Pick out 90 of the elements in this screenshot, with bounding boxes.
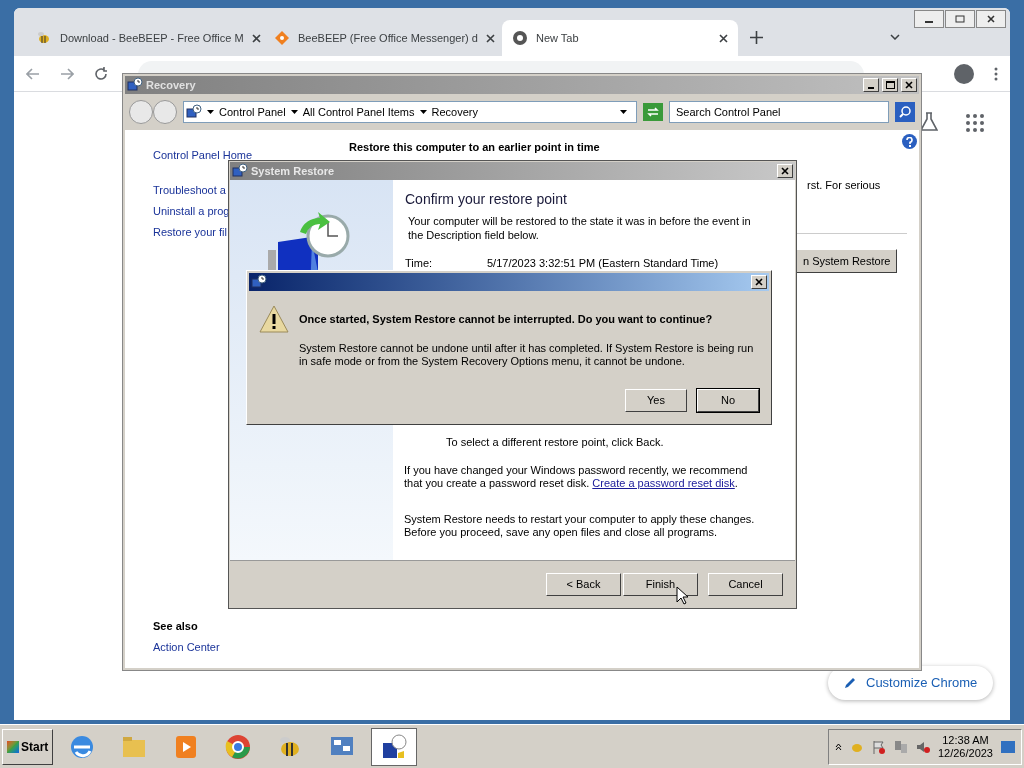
menu-icon[interactable] (994, 67, 998, 81)
close-icon (755, 278, 763, 286)
tab-title: New Tab (536, 30, 580, 46)
nav-link[interactable]: Action Center (153, 639, 220, 656)
recovery-icon (127, 77, 143, 93)
new-tab-icon[interactable] (750, 31, 763, 44)
flag-icon[interactable] (871, 739, 886, 754)
system-restore-icon (232, 163, 248, 179)
minimize-icon (925, 21, 933, 23)
tab-title: Download - BeeBEEP - Free Office M (60, 30, 244, 46)
refresh-icon (647, 107, 659, 117)
chrome-icon (224, 732, 253, 761)
close-icon[interactable] (719, 33, 728, 43)
apps-grid-icon[interactable] (966, 114, 984, 132)
close-button[interactable] (976, 10, 1006, 28)
pencil-icon (844, 677, 856, 689)
minimize-icon (868, 87, 874, 89)
dialog-button[interactable]: < Back (546, 572, 621, 596)
refresh-button[interactable] (643, 103, 663, 121)
password-text: If you have changed your Windows password recently, we recommend that you create a password reset disk. Create a password reset disk. (404, 464, 749, 490)
warning-text: System Restore cannot be undone until after it has completed. If System Restore is being run in safe mode or from the System Recovery Options menu, it cannot be undone. (299, 341, 755, 368)
back-icon[interactable] (26, 68, 40, 80)
dialog-button[interactable]: Yes (625, 389, 687, 412)
main-text: rst. For serious (807, 178, 881, 193)
mouse-cursor-icon (676, 586, 688, 605)
windows-logo-icon (7, 740, 19, 753)
dialog-button[interactable]: No (697, 389, 759, 412)
taskbar-button[interactable] (371, 727, 418, 766)
browser-tab[interactable]: New Tab (502, 20, 738, 56)
restart-text: System Restore needs to restart your computer to apply these changes. Before you proceed, save any open files and close all programs. (404, 513, 756, 539)
flask-icon[interactable] (920, 112, 938, 132)
breadcrumb[interactable]: Control Panel (219, 103, 286, 121)
window-title: Recovery (146, 77, 197, 93)
diamond-icon (274, 30, 290, 46)
browser-tab[interactable]: Download - BeeBEEP - Free Office M (26, 20, 262, 56)
show-desktop-icon[interactable] (1001, 740, 1015, 753)
caret-icon[interactable] (207, 110, 214, 114)
system-restore-icon (380, 732, 409, 761)
dialog-button[interactable]: Finish (623, 572, 698, 596)
nav-link[interactable]: Restore your fil (153, 224, 227, 241)
tab-title: BeeBEEP (Free Office Messenger) d (298, 30, 478, 46)
warning-heading: Once started, System Restore cannot be interrupted. Do you want to continue? (299, 312, 714, 327)
profile-icon[interactable] (954, 64, 974, 84)
time-label: Time: (405, 257, 433, 270)
search-icon (899, 106, 911, 118)
breadcrumb[interactable]: Recovery (431, 103, 478, 121)
nav-link[interactable]: Troubleshoot a (153, 182, 226, 199)
caret-icon[interactable] (419, 110, 427, 114)
maximize-button[interactable] (882, 78, 898, 92)
search-button[interactable] (895, 102, 915, 122)
help-button[interactable] (902, 134, 917, 149)
dialog-title: System Restore (251, 163, 336, 179)
maximize-icon (885, 81, 895, 89)
bee-icon (36, 30, 52, 46)
clock-time: 12:38 AM (942, 733, 989, 747)
nav-link[interactable]: Control Panel Home (153, 147, 253, 164)
speaker-icon[interactable] (915, 739, 930, 754)
warning-icon (259, 305, 289, 333)
clock-date: 12/26/2023 (937, 746, 993, 760)
password-reset-link[interactable]: Create a password reset disk (592, 477, 735, 489)
back-hint: To select a different restore point, click Back. (446, 435, 664, 450)
dialog-heading: Confirm your restore point (405, 190, 567, 209)
control-panel-icon (186, 104, 202, 120)
restore-icon (955, 15, 965, 23)
close-icon[interactable] (251, 33, 261, 43)
breadcrumb[interactable]: All Control Panel Items (302, 103, 415, 121)
close-icon (781, 167, 789, 175)
browser-tab[interactable]: BeeBEEP (Free Office Messenger) d (264, 20, 500, 56)
customize-chrome-button[interactable]: Customize Chrome (828, 666, 994, 700)
section-heading: See also (153, 619, 198, 634)
main-heading: Restore this computer to an earlier point in time (349, 141, 600, 154)
dialog-button[interactable]: Cancel (708, 572, 783, 596)
time-value: 5/17/2023 3:32:51 PM (Eastern Standard Time) (487, 257, 719, 270)
chevron-down-icon[interactable] (890, 34, 900, 40)
chrome-icon (512, 30, 528, 46)
close-icon[interactable] (485, 33, 495, 43)
help-icon (906, 136, 913, 147)
intro-text: Your computer will be restored to the state it was in before the event in the Description field below. (408, 214, 752, 242)
reload-icon[interactable] (94, 67, 108, 81)
close-icon (905, 81, 913, 89)
system-restore-icon (251, 274, 267, 290)
caret-icon[interactable] (290, 110, 298, 114)
forward-icon[interactable] (60, 68, 74, 80)
breadcrumb-bar[interactable]: Control Panel All Control Panel Items Recovery (183, 101, 637, 123)
search-field[interactable]: Search Control Panel (669, 101, 889, 123)
close-icon (987, 15, 995, 23)
caret-icon[interactable] (620, 110, 627, 114)
minimize-button[interactable] (914, 10, 944, 28)
chevron-up-icon[interactable] (834, 742, 842, 751)
start-button[interactable]: Start (2, 728, 54, 765)
